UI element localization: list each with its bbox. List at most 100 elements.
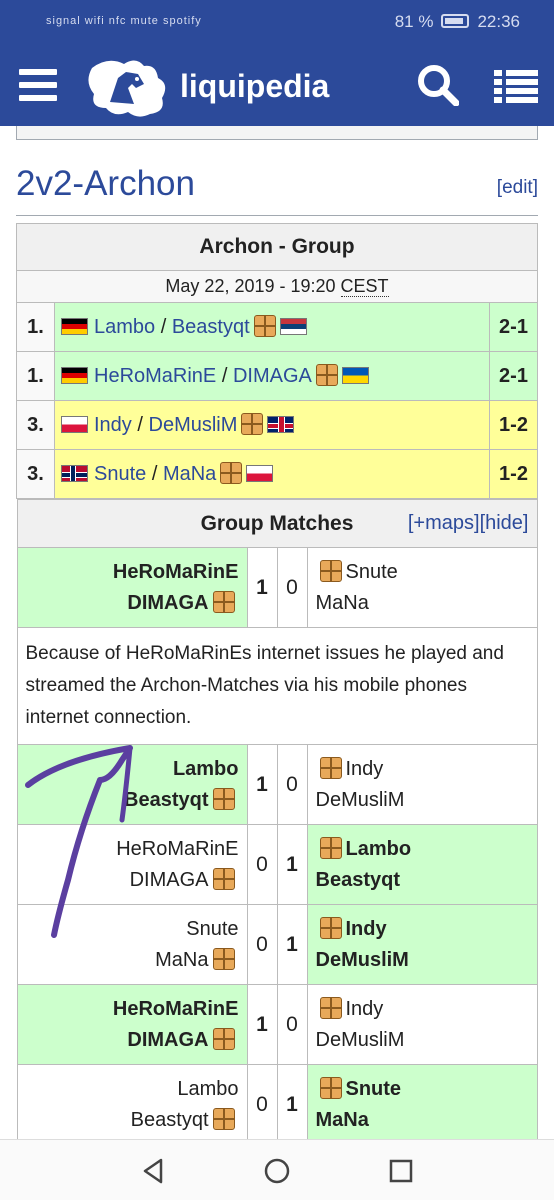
player-name: Snute — [186, 917, 239, 940]
timezone-abbr[interactable]: CEST — [340, 276, 389, 297]
match-row: HeRoMaRinE DIMAGA 0 1 Lambo Beastyqt — [16, 824, 538, 905]
player-link[interactable]: DeMusliM — [149, 414, 238, 436]
random-race-icon — [212, 1107, 235, 1130]
standing-score: 1-2 — [489, 400, 538, 450]
separator: / — [160, 316, 167, 338]
random-race-icon — [253, 315, 276, 337]
right-team: Indy DeMusliM — [306, 904, 538, 985]
random-race-icon — [319, 559, 342, 582]
player-name: Indy — [345, 757, 384, 780]
player-name: Lambo — [345, 837, 412, 860]
hide-toggle[interactable]: [hide] — [480, 512, 529, 534]
random-race-icon — [319, 916, 342, 939]
separator: / — [137, 414, 143, 436]
right-team: Snute MaNa — [306, 1064, 538, 1139]
poland-flag-icon — [61, 416, 88, 433]
player-link[interactable]: Indy — [94, 414, 132, 436]
back-icon[interactable] — [139, 1156, 169, 1186]
random-race-icon — [212, 947, 235, 970]
player-link[interactable]: Beastyqt — [172, 316, 250, 338]
random-race-icon — [319, 996, 342, 1019]
standing-row: 3. Snute / MaNa 1-2 — [16, 449, 538, 499]
norway-flag-icon — [61, 465, 88, 482]
player-name: Snute — [345, 1077, 402, 1100]
date-text: May 22, 2019 - 19:20 — [165, 276, 341, 296]
team-cell: HeRoMaRinE / DIMAGA — [54, 351, 490, 401]
serbia-flag-icon — [279, 318, 307, 335]
right-score: 0 — [276, 547, 308, 628]
team-cell: Snute / MaNa — [54, 449, 490, 499]
player-name: HeRoMaRinE — [116, 837, 239, 860]
status-bar: signal wifi nfc mute spotify 81 % 22:36 — [0, 0, 554, 44]
player-name: Beastyqt — [315, 868, 400, 891]
left-score: 1 — [246, 547, 278, 628]
status-right: 81 % 22:36 — [395, 12, 520, 32]
standing-row: 1. HeRoMaRinE / DIMAGA 2-1 — [16, 351, 538, 401]
player-link[interactable]: DIMAGA — [233, 365, 312, 387]
separator: / — [221, 365, 228, 387]
uk-flag-icon — [267, 416, 295, 433]
separator: / — [151, 463, 158, 485]
status-left-icons: signal wifi nfc mute spotify — [46, 15, 202, 27]
random-race-icon — [319, 1076, 342, 1099]
random-race-icon — [319, 756, 342, 779]
standing-row: 1. Lambo / Beastyqt 2-1 — [16, 302, 538, 352]
right-team: Indy DeMusliM — [306, 984, 538, 1065]
random-race-icon — [241, 413, 264, 435]
match-row: Lambo Beastyqt 1 0 Indy DeMusliM — [16, 744, 538, 825]
maps-toggle[interactable]: [+maps] — [408, 512, 480, 534]
random-race-icon — [212, 1027, 235, 1050]
player-name: MaNa — [315, 1108, 369, 1131]
random-race-icon — [315, 364, 338, 386]
search-icon[interactable] — [417, 64, 459, 106]
group-matches-header: Group Matches [+maps][hide] — [16, 499, 538, 548]
home-icon[interactable] — [262, 1156, 292, 1186]
section-header: 2v2-Archon [edit] — [16, 160, 538, 216]
right-score: 1 — [276, 824, 308, 905]
brand-name[interactable]: liquipedia — [180, 68, 329, 105]
left-team: HeRoMaRinE DIMAGA — [16, 824, 248, 905]
page-content[interactable]: 2v2-Archon [edit] Archon - Group May 22,… — [0, 126, 554, 1139]
list-icon[interactable] — [494, 70, 538, 104]
player-link[interactable]: Snute — [94, 463, 146, 485]
random-race-icon — [212, 590, 235, 613]
matches-toggles: [+maps][hide] — [408, 512, 529, 535]
liquipedia-logo-icon[interactable] — [84, 54, 172, 120]
random-race-icon — [220, 462, 243, 484]
player-name: Beastyqt — [124, 788, 209, 811]
random-race-icon — [319, 836, 342, 859]
team-cell: Indy / DeMusliM — [54, 400, 490, 450]
clock: 22:36 — [477, 12, 520, 31]
player-name: DIMAGA — [129, 868, 209, 891]
player-name: DeMusliM — [315, 948, 409, 971]
rank: 1. — [16, 302, 55, 352]
hamburger-icon[interactable] — [19, 69, 57, 101]
right-score: 1 — [276, 1064, 308, 1139]
standing-score: 2-1 — [489, 302, 538, 352]
ukraine-flag-icon — [341, 367, 369, 384]
edit-link[interactable]: [edit] — [497, 177, 538, 199]
player-name: MaNa — [315, 591, 369, 614]
player-name: Indy — [345, 917, 387, 940]
standing-row: 3. Indy / DeMusliM 1-2 — [16, 400, 538, 450]
right-score: 1 — [276, 904, 308, 985]
recents-icon[interactable] — [386, 1156, 416, 1186]
player-link[interactable]: Lambo — [94, 316, 155, 338]
left-score: 0 — [246, 904, 278, 985]
system-nav-bar — [0, 1139, 554, 1200]
random-race-icon — [212, 787, 235, 810]
player-name: Lambo — [177, 1077, 239, 1100]
left-score: 0 — [246, 1064, 278, 1139]
player-name: HeRoMaRinE — [112, 560, 239, 583]
previous-table-edge — [16, 126, 538, 140]
group-date: May 22, 2019 - 19:20 CEST — [16, 270, 538, 303]
rank: 3. — [16, 449, 55, 499]
random-race-icon — [212, 867, 235, 890]
poland-flag-icon — [246, 465, 274, 482]
group-table: Archon - Group May 22, 2019 - 19:20 CEST… — [16, 223, 538, 1139]
team-cell: Lambo / Beastyqt — [54, 302, 490, 352]
player-link[interactable]: HeRoMaRinE — [94, 365, 216, 387]
player-link[interactable]: MaNa — [163, 463, 216, 485]
rank: 3. — [16, 400, 55, 450]
match-row: Lambo Beastyqt 0 1 Snute MaNa — [16, 1064, 538, 1139]
